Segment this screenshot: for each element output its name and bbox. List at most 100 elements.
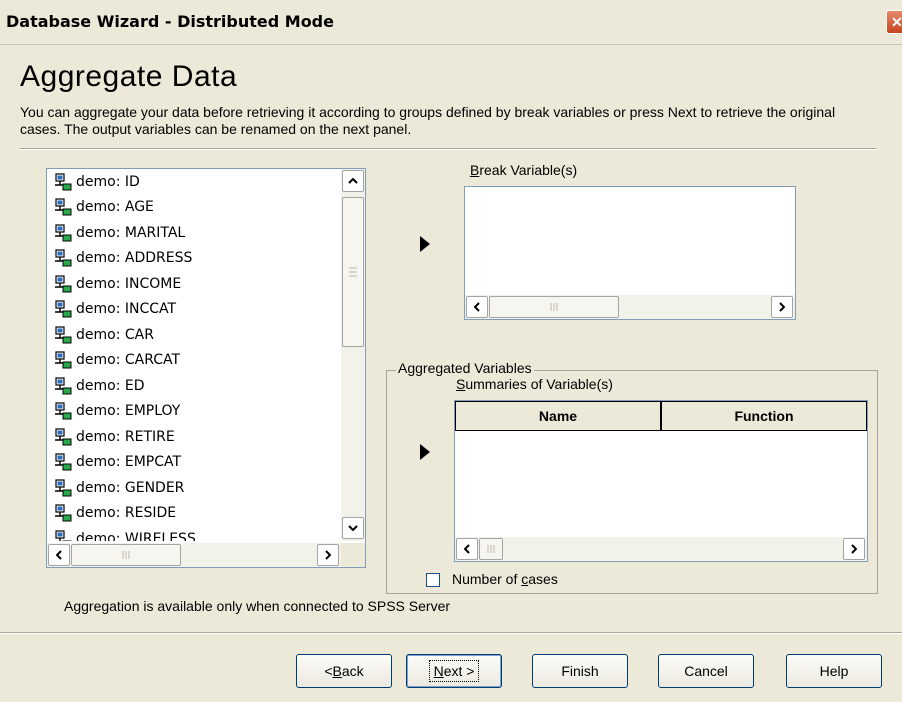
variable-label: demo: RESIDE xyxy=(76,505,177,522)
cancel-button[interactable]: Cancel xyxy=(658,654,754,688)
scroll-up-button[interactable] xyxy=(342,170,364,192)
variable-list-item[interactable]: demo: EMPCAT xyxy=(47,450,341,476)
variable-list-vertical-scrollbar[interactable] xyxy=(341,169,365,541)
variable-icon xyxy=(55,377,72,395)
header-divider xyxy=(20,148,876,150)
chevron-right-icon xyxy=(325,550,331,560)
variable-list-item[interactable]: demo: ID xyxy=(47,169,341,195)
summaries-table[interactable]: Name Function xyxy=(454,400,868,562)
window-title: Database Wizard - Distributed Mode xyxy=(6,12,334,31)
variable-label: demo: ED xyxy=(76,377,145,394)
grip-icon xyxy=(349,267,357,277)
next-button[interactable]: Next > xyxy=(406,654,502,688)
scroll-left-button[interactable] xyxy=(48,544,70,566)
variable-icon xyxy=(55,326,72,344)
chevron-left-icon xyxy=(474,302,480,312)
variable-icon xyxy=(55,300,72,318)
chevron-left-icon xyxy=(56,550,62,560)
variable-icon xyxy=(55,504,72,522)
variable-label: demo: MARITAL xyxy=(76,224,186,241)
variable-list-item[interactable]: demo: RESIDE xyxy=(47,501,341,527)
number-of-cases-label[interactable]: Number of cases xyxy=(452,571,558,587)
variable-label: demo: EMPLOY xyxy=(76,403,181,420)
scroll-left-button[interactable] xyxy=(456,538,478,560)
summaries-horizontal-scrollbar[interactable] xyxy=(455,537,867,561)
variable-icon xyxy=(55,198,72,216)
number-of-cases-checkbox[interactable] xyxy=(426,573,440,587)
variable-list-item[interactable]: demo: ADDRESS xyxy=(47,246,341,272)
variable-list-item[interactable]: demo: AGE xyxy=(47,195,341,221)
variable-icon xyxy=(55,173,72,191)
next-button-label: Next > xyxy=(428,660,480,682)
scroll-down-button[interactable] xyxy=(342,517,364,539)
finish-button[interactable]: Finish xyxy=(532,654,628,688)
variable-list-horizontal-scrollbar[interactable] xyxy=(47,543,341,567)
page-title: Aggregate Data xyxy=(20,60,238,93)
column-header-name[interactable]: Name xyxy=(455,401,661,431)
grip-icon xyxy=(122,551,130,559)
variable-icon xyxy=(55,275,72,293)
variable-list-items: demo: ID demo: AGE demo: MARITAL demo: ADDR… xyxy=(47,169,341,541)
break-list-horizontal-scrollbar[interactable] xyxy=(465,295,795,319)
variable-list-item[interactable]: demo: MARITAL xyxy=(47,220,341,246)
aggregated-variables-title: Aggregated Variables xyxy=(396,360,534,376)
variable-label: demo: CARCAT xyxy=(76,352,181,369)
variable-list-item[interactable]: demo: WIRELESS xyxy=(47,526,341,541)
variable-icon xyxy=(55,479,72,497)
variable-icon xyxy=(55,428,72,446)
variable-icon xyxy=(55,351,72,369)
variable-list-item[interactable]: demo: INCOME xyxy=(47,271,341,297)
help-button[interactable]: Help xyxy=(786,654,882,688)
variable-label: demo: GENDER xyxy=(76,479,185,496)
variable-list-item[interactable]: demo: GENDER xyxy=(47,475,341,501)
variable-label: demo: INCOME xyxy=(76,275,182,292)
horizontal-scroll-thumb[interactable] xyxy=(479,538,503,560)
server-availability-note: Aggregation is available only when conne… xyxy=(64,598,451,614)
variable-list-item[interactable]: demo: ED xyxy=(47,373,341,399)
scroll-right-button[interactable] xyxy=(843,538,865,560)
scroll-right-button[interactable] xyxy=(317,544,339,566)
close-icon: ✕ xyxy=(891,14,902,30)
variable-icon xyxy=(55,224,72,242)
scrollbar-corner xyxy=(341,543,365,567)
chevron-right-icon xyxy=(851,544,857,554)
variable-list-item[interactable]: demo: INCCAT xyxy=(47,297,341,323)
break-variables-label: Break Variable(s) xyxy=(470,162,578,178)
vertical-scroll-thumb[interactable] xyxy=(342,197,364,347)
page-description: You can aggregate your data before retri… xyxy=(20,104,836,137)
variable-label: demo: WIRELESS xyxy=(76,530,196,541)
variable-label: demo: ID xyxy=(76,173,140,190)
variable-list-item[interactable]: demo: CAR xyxy=(47,322,341,348)
source-variable-list[interactable]: demo: ID demo: AGE demo: MARITAL demo: ADDR… xyxy=(46,168,366,568)
back-button[interactable]: < Back xyxy=(296,654,392,688)
scroll-right-button[interactable] xyxy=(771,296,793,318)
variable-label: demo: RETIRE xyxy=(76,428,175,445)
column-header-function[interactable]: Function xyxy=(661,401,867,431)
grip-icon xyxy=(487,545,495,553)
variable-label: demo: INCCAT xyxy=(76,301,177,318)
variable-list-item[interactable]: demo: CARCAT xyxy=(47,348,341,374)
break-variables-list[interactable] xyxy=(464,186,796,320)
chevron-up-icon xyxy=(348,178,358,184)
horizontal-scroll-thumb[interactable] xyxy=(489,296,619,318)
variable-label: demo: EMPCAT xyxy=(76,454,182,471)
variable-list-item[interactable]: demo: EMPLOY xyxy=(47,399,341,425)
chevron-down-icon xyxy=(348,525,358,531)
variable-icon xyxy=(55,453,72,471)
variable-label: demo: ADDRESS xyxy=(76,250,193,267)
variable-list-item[interactable]: demo: RETIRE xyxy=(47,424,341,450)
title-bar: Database Wizard - Distributed Mode ✕ xyxy=(0,0,902,45)
variable-label: demo: CAR xyxy=(76,326,154,343)
close-button[interactable]: ✕ xyxy=(886,10,902,34)
grip-icon xyxy=(550,303,558,311)
variable-icon xyxy=(55,402,72,420)
variable-icon xyxy=(55,530,72,541)
horizontal-scroll-thumb[interactable] xyxy=(71,544,181,566)
chevron-right-icon xyxy=(779,302,785,312)
move-to-summaries-arrow-icon[interactable] xyxy=(420,444,430,460)
summaries-label: Summaries of Variable(s) xyxy=(456,376,613,392)
variable-label: demo: AGE xyxy=(76,199,154,216)
move-to-break-arrow-icon[interactable] xyxy=(420,236,430,252)
chevron-left-icon xyxy=(464,544,470,554)
scroll-left-button[interactable] xyxy=(466,296,488,318)
